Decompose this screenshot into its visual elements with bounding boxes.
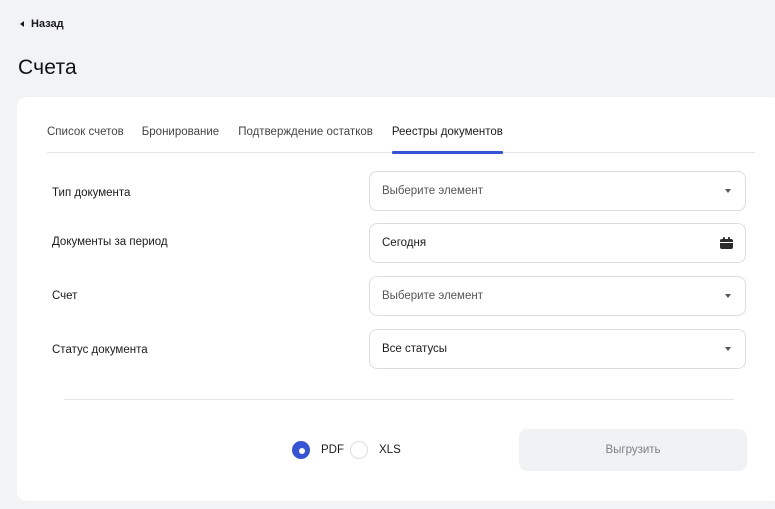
calendar-icon[interactable] xyxy=(720,237,733,249)
account-label: Счет xyxy=(52,290,78,302)
main-card: Список счетов Бронирование Подтверждение… xyxy=(17,97,775,501)
format-radio-group: PDF XLS xyxy=(292,441,401,459)
format-option-pdf[interactable]: PDF xyxy=(292,441,350,459)
doc-type-label: Тип документа xyxy=(52,187,131,199)
period-value: Сегодня xyxy=(382,237,427,249)
chevron-down-icon xyxy=(725,294,731,298)
tab-accounts-list[interactable]: Список счетов xyxy=(47,124,124,153)
radio-selected-icon[interactable] xyxy=(292,441,310,459)
tab-document-registers[interactable]: Реестры документов xyxy=(391,124,503,154)
tab-balance-confirmation[interactable]: Подтверждение остатков xyxy=(238,124,373,153)
format-option-xls[interactable]: XLS xyxy=(350,441,401,459)
page-title: Счета xyxy=(18,56,77,79)
format-xls-label: XLS xyxy=(379,444,401,456)
divider xyxy=(64,399,734,400)
back-label: Назад xyxy=(31,18,64,30)
doc-type-value: Выберите элемент xyxy=(382,185,483,197)
back-arrow-icon xyxy=(20,21,24,27)
export-button[interactable]: Выгрузить xyxy=(519,429,747,471)
chevron-down-icon xyxy=(725,189,731,193)
status-select[interactable]: Все статусы xyxy=(369,329,746,369)
period-date-picker[interactable]: Сегодня xyxy=(369,223,746,263)
status-value: Все статусы xyxy=(382,343,448,355)
period-label: Документы за период xyxy=(52,236,168,248)
tab-booking[interactable]: Бронирование xyxy=(142,124,219,153)
doc-type-select[interactable]: Выберите элемент xyxy=(369,171,746,211)
account-select[interactable]: Выберите элемент xyxy=(369,276,746,316)
format-pdf-label: PDF xyxy=(321,444,344,456)
back-link[interactable]: Назад xyxy=(20,18,64,30)
tab-bar: Список счетов Бронирование Подтверждение… xyxy=(47,124,755,154)
account-value: Выберите элемент xyxy=(382,290,483,302)
status-label: Статус документа xyxy=(52,344,148,356)
chevron-down-icon xyxy=(725,347,731,351)
radio-unselected-icon[interactable] xyxy=(350,441,368,459)
